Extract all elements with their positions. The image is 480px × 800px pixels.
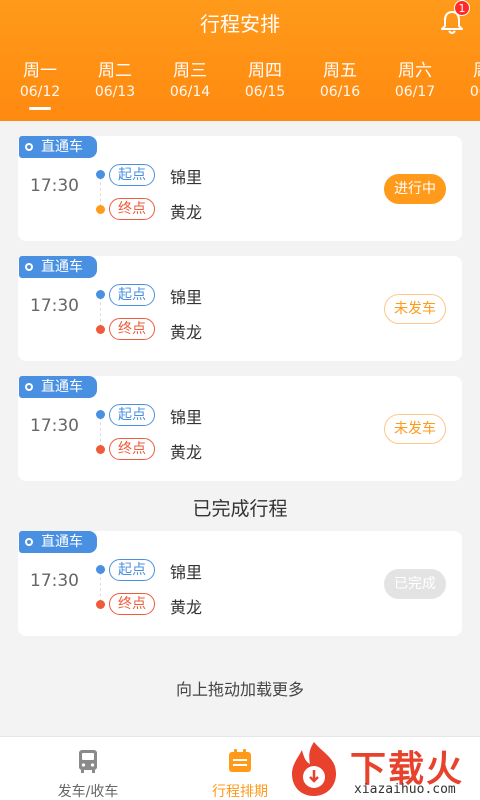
- end-dot: [96, 325, 105, 334]
- route-connector: [100, 177, 101, 207]
- day-tab-thu[interactable]: 周四 06/15: [235, 60, 295, 102]
- flame-icon: [292, 742, 336, 796]
- end-place: 黄龙: [170, 598, 203, 617]
- route-type-tag: 直通车: [19, 376, 97, 398]
- day-tab-tue[interactable]: 周二 06/13: [85, 60, 145, 102]
- start-label: 起点: [109, 284, 155, 306]
- start-place: 锦里: [170, 563, 203, 582]
- start-place: 锦里: [170, 288, 203, 307]
- start-dot: [96, 410, 105, 419]
- trip-card[interactable]: 直通车 17:30 起点 终点 锦里 黄龙 进行中: [18, 136, 462, 241]
- selected-day-indicator: [29, 107, 51, 110]
- day-weekday: 周日: [460, 60, 480, 82]
- end-dot: [96, 600, 105, 609]
- day-weekday: 周六: [398, 61, 432, 81]
- route-type-tag: 直通车: [19, 136, 97, 158]
- departure-time: 17:30: [30, 296, 79, 316]
- completed-section-title: 已完成行程: [192, 498, 288, 520]
- departure-time: 17:30: [30, 571, 79, 591]
- tag-dot: [25, 538, 33, 546]
- end-place: 黄龙: [170, 203, 203, 222]
- status-button: 已完成: [384, 569, 446, 599]
- status-button[interactable]: 进行中: [384, 174, 446, 204]
- start-label: 起点: [109, 559, 155, 581]
- end-dot: [96, 205, 105, 214]
- end-dot: [96, 445, 105, 454]
- trip-card[interactable]: 直通车 17:30 起点 终点 锦里 黄龙 未发车: [18, 256, 462, 361]
- start-place: 锦里: [170, 168, 203, 187]
- calendar-icon: [229, 749, 251, 772]
- day-date: 06/18: [469, 84, 480, 100]
- start-label: 起点: [109, 164, 155, 186]
- day-selector: 周一 06/12 周二 06/13 周三 06/14 周四 06/15 周五 0…: [0, 60, 480, 120]
- start-place: 锦里: [170, 408, 203, 427]
- day-date: 06/17: [394, 84, 436, 100]
- day-date: 06/16: [319, 84, 361, 100]
- tag-dot: [25, 143, 33, 151]
- day-weekday: 周四: [248, 61, 282, 81]
- end-label: 终点: [109, 593, 155, 615]
- day-date: 06/13: [94, 84, 136, 100]
- tag-dot: [25, 383, 33, 391]
- tag-label: 直通车: [41, 534, 83, 550]
- day-date: 06/14: [169, 84, 211, 100]
- tag-label: 直通车: [41, 379, 83, 395]
- page-title: 行程安排: [200, 12, 280, 36]
- tag-label: 直通车: [41, 139, 83, 155]
- day-tab-sun[interactable]: 周日 06/18: [460, 60, 480, 102]
- end-place: 黄龙: [170, 443, 203, 462]
- tab-dispatch[interactable]: 发车/收车: [28, 737, 148, 800]
- load-more-hint: 向上拖动加载更多: [175, 680, 304, 699]
- trip-card[interactable]: 直通车 17:30 起点 终点 锦里 黄龙 未发车: [18, 376, 462, 481]
- departure-time: 17:30: [30, 176, 79, 196]
- day-tab-wed[interactable]: 周三 06/14: [160, 60, 220, 102]
- end-label: 终点: [109, 318, 155, 340]
- route-connector: [100, 417, 101, 447]
- route-type-tag: 直通车: [19, 531, 97, 553]
- route-connector: [100, 572, 101, 602]
- start-dot: [96, 565, 105, 574]
- trip-card[interactable]: 直通车 17:30 起点 终点 锦里 黄龙 已完成: [18, 531, 462, 636]
- day-weekday: 周三: [173, 61, 207, 81]
- status-button[interactable]: 未发车: [384, 414, 446, 444]
- day-tab-fri[interactable]: 周五 06/16: [310, 60, 370, 102]
- watermark-url: xiazaihuo.com: [354, 782, 456, 797]
- end-label: 终点: [109, 438, 155, 460]
- day-tab-sat[interactable]: 周六 06/17: [385, 60, 445, 102]
- end-place: 黄龙: [170, 323, 203, 342]
- route-connector: [100, 297, 101, 327]
- start-label: 起点: [109, 404, 155, 426]
- notification-badge: 1: [454, 0, 470, 16]
- day-weekday: 周一: [23, 61, 57, 81]
- bus-icon: [79, 750, 97, 773]
- status-button[interactable]: 未发车: [384, 294, 446, 324]
- day-weekday: 周五: [323, 61, 357, 81]
- departure-time: 17:30: [30, 416, 79, 436]
- day-date: 06/15: [244, 84, 286, 100]
- start-dot: [96, 170, 105, 179]
- app-header: 行程安排 1 周一 06/12 周二 06/13 周三 06/14 周四 06/…: [0, 0, 480, 121]
- route-type-tag: 直通车: [19, 256, 97, 278]
- day-date: 06/12: [19, 84, 61, 100]
- start-dot: [96, 290, 105, 299]
- tab-label: 发车/收车: [57, 784, 119, 800]
- tag-dot: [25, 263, 33, 271]
- watermark-logo: 下载火 xiazaihuo.com: [282, 738, 480, 800]
- end-label: 终点: [109, 198, 155, 220]
- day-tab-mon[interactable]: 周一 06/12: [10, 60, 70, 110]
- day-weekday: 周二: [98, 61, 132, 81]
- tag-label: 直通车: [41, 259, 83, 275]
